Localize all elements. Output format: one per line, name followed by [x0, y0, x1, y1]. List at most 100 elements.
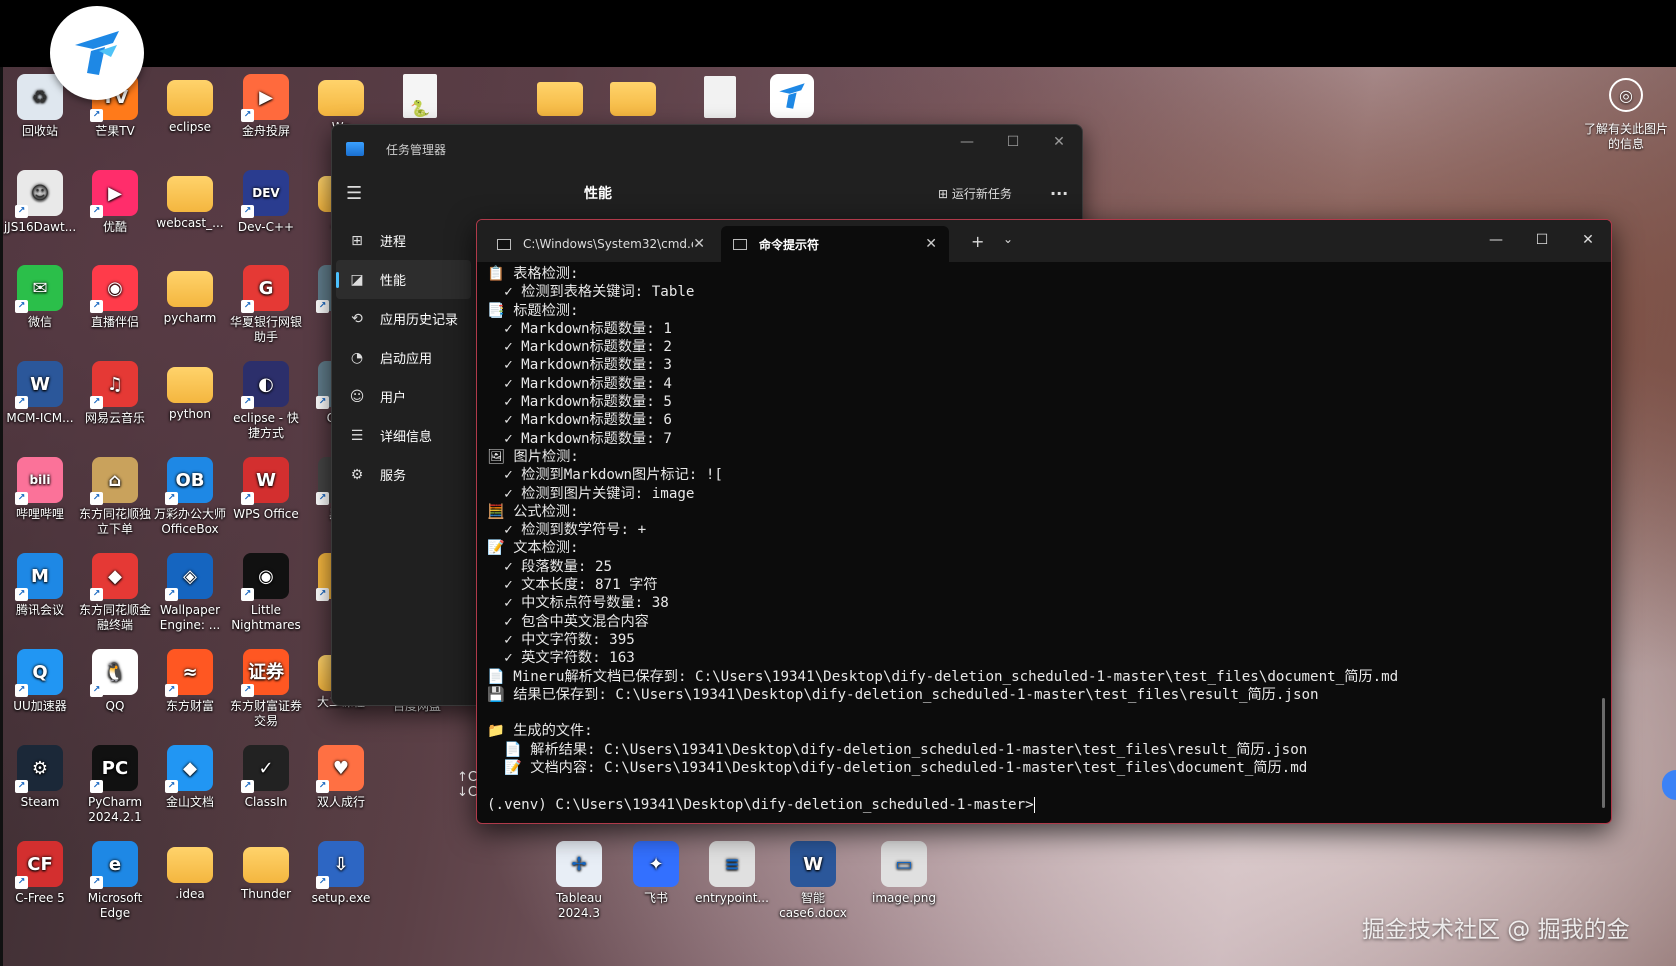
terminal-line: ✓ 段落数量: 25 [487, 558, 613, 575]
folder-icon[interactable] [537, 74, 583, 120]
desktop-icon[interactable]: ▭ image.png [866, 841, 942, 906]
desktop-icon[interactable]: PC ↗ PyCharm 2024.2.1 [77, 745, 153, 825]
folder-icon [167, 271, 213, 307]
close-tab-icon[interactable]: ✕ [925, 236, 937, 252]
run-new-task-button[interactable]: ⊞ 运行新任务 [938, 185, 1012, 202]
terminal-tab-command-prompt[interactable]: 命令提示符 ✕ [721, 226, 949, 262]
desktop-icon[interactable]: ♫ ↗ 网易云音乐 [77, 361, 153, 426]
menu-icon[interactable]: ☰ [346, 183, 362, 204]
close-button[interactable]: ✕ [1565, 220, 1611, 260]
desktop-icon[interactable]: python [152, 361, 228, 422]
desktop-icon[interactable]: ✦ 飞书 [618, 841, 694, 906]
desktop-icon[interactable]: 证券 ↗ 东方财富证券交易 [228, 649, 304, 729]
terminal-line: ✓ 检测到Markdown图片标记: ![ [487, 467, 723, 484]
nav-item[interactable]: ◪ 性能 [336, 260, 471, 299]
desktop-icon[interactable]: ✢ Tableau 2024.3 [541, 841, 617, 921]
desktop-icon[interactable]: ◉ ↗ Little Nightmares [228, 553, 304, 633]
terminal-line: 📄 Mineru解析文档已保存到: C:\Users\19341\Desktop… [487, 668, 1399, 685]
desktop-icon[interactable]: ✉ ↗ 微信 [2, 265, 78, 330]
app-icon: W ↗ [241, 457, 289, 505]
desktop-icon[interactable]: .idea [152, 841, 228, 902]
desktop-icon[interactable]: 🐧 ↗ QQ [77, 649, 153, 714]
desktop-icon[interactable]: ◆ ↗ 金山文档 [152, 745, 228, 810]
desktop-icon[interactable]: ◉ ↗ 直播伴侣 [77, 265, 153, 330]
more-options-icon[interactable]: ··· [1050, 184, 1068, 203]
app-icon: Q ↗ [15, 649, 63, 697]
terminal-line: (.venv) C:\Users\19341\Desktop\dify-dele… [487, 796, 1035, 813]
desktop-icon[interactable]: ◐ ↗ eclipse - 快捷方式 [228, 361, 304, 441]
desktop-icon-label: entrypoint... [695, 891, 769, 905]
maximize-button[interactable]: ☐ [1519, 220, 1565, 260]
new-tab-button[interactable]: + [971, 232, 984, 251]
desktop-icon[interactable]: ◈ ↗ Wallpaper Engine: ... [152, 553, 228, 633]
desktop-icon[interactable]: ☺ ↗ jJS16Dawt... [2, 170, 78, 235]
shortcut-arrow-icon: ↗ [15, 205, 28, 218]
desktop-icon[interactable]: CF ↗ C-Free 5 [2, 841, 78, 906]
close-button[interactable]: ✕ [1036, 125, 1082, 159]
app-icon: M ↗ [15, 553, 63, 601]
terminal-scrollbar[interactable] [1602, 698, 1605, 808]
terminal-line: ✓ 检测到表格关键词: Table [487, 284, 695, 301]
terminal-line: 📝 文档内容: C:\Users\19341\Desktop\dify-dele… [487, 760, 1308, 777]
desktop-icon[interactable]: Q ↗ UU加速器 [2, 649, 78, 714]
desktop-icon[interactable]: ≡ entrypoint... [694, 841, 770, 906]
terminal-line: ✓ Markdown标题数量: 4 [487, 375, 672, 392]
desktop-icon[interactable]: DEV ↗ Dev-C++ [228, 170, 304, 235]
desktop-icon[interactable]: M ↗ 腾讯会议 [2, 553, 78, 618]
desktop-icon[interactable]: ⌂ ↗ 东方同花顺独立下单 [77, 457, 153, 537]
shortcut-arrow-icon: ↗ [90, 205, 103, 218]
nav-item[interactable]: ◔ 启动应用 [332, 338, 475, 377]
app-icon: ◈ ↗ [165, 553, 213, 601]
terminal-output[interactable]: 📋 表格检测: ✓ 检测到表格关键词: Table 📑 标题检测: ✓ Markd… [487, 265, 1595, 823]
desktop-icon[interactable]: OB ↗ 万彩办公大师OfficeBox [152, 457, 228, 537]
desktop-icon[interactable]: Thunder [228, 841, 304, 902]
image-info-widget[interactable]: ◎ 了解有关此图片的信息 [1580, 78, 1672, 152]
desktop-icon[interactable]: ⚙ ↗ Steam [2, 745, 78, 810]
desktop-icon[interactable]: W ↗ WPS Office [228, 457, 304, 522]
desktop-icon[interactable]: ⇩ ↗ setup.exe [303, 841, 379, 906]
document-icon[interactable] [697, 74, 743, 120]
nav-item[interactable]: ⚙ 服务 [332, 455, 475, 494]
app-logo-icon[interactable] [50, 6, 144, 100]
minimize-button[interactable]: — [944, 125, 990, 159]
task-manager-titlebar[interactable]: 任务管理器 — ☐ ✕ [332, 125, 1082, 173]
terminal-tabbar[interactable]: C:\Windows\System32\cmd.exe ✕ 命令提示符 ✕ + … [477, 220, 1611, 262]
terminal-line: ✓ 中文字符数: 395 [487, 631, 635, 648]
nav-item[interactable]: ⊞ 进程 [332, 221, 475, 260]
terminal-tab-cmd[interactable]: C:\Windows\System32\cmd.exe ✕ [485, 226, 717, 262]
maximize-button[interactable]: ☐ [990, 125, 1036, 159]
shortcut-arrow-icon: ↗ [15, 780, 28, 793]
desktop-icon-label: python [169, 407, 211, 421]
nav-item[interactable]: ⟲ 应用历史记录 [332, 299, 475, 338]
desktop-icon[interactable]: ✓ ↗ ClassIn [228, 745, 304, 810]
terminal-window[interactable]: C:\Windows\System32\cmd.exe ✕ 命令提示符 ✕ + … [476, 219, 1612, 824]
shortcut-arrow-icon: ↗ [90, 109, 103, 122]
app-icon: ▶ ↗ [241, 74, 289, 122]
desktop-icon[interactable]: webcast_... [152, 170, 228, 231]
desktop-icon-label: 金舟投屏 [241, 124, 290, 138]
desktop-icon[interactable]: ♥ ↗ 双人成行 [303, 745, 379, 810]
close-tab-icon[interactable]: ✕ [693, 236, 705, 252]
terminal-line: ✓ Markdown标题数量: 3 [487, 357, 672, 374]
desktop-icon[interactable]: W ↗ MCM-ICM... [2, 361, 78, 426]
folder-icon[interactable] [610, 74, 656, 120]
desktop-icon[interactable]: ◆ ↗ 东方同花顺金融终端 [77, 553, 153, 633]
desktop-icon-label: webcast_... [156, 216, 224, 230]
desktop-icon[interactable]: eclipse [152, 74, 228, 135]
desktop-icon[interactable]: W 智能case6.docx [775, 841, 851, 921]
python-file-icon[interactable]: 🐍 [397, 74, 443, 120]
nav-item[interactable]: ☺ 用户 [332, 377, 475, 416]
desktop-icon[interactable]: ≈ ↗ 东方财富 [152, 649, 228, 714]
desktop-icon[interactable]: ▶ ↗ 金舟投屏 [228, 74, 304, 139]
app-shortcut-icon[interactable] [770, 74, 816, 120]
chevron-down-icon[interactable]: ⌄ [1003, 232, 1013, 246]
camera-info-icon: ◎ [1609, 78, 1643, 112]
nav-item[interactable]: ☰ 详细信息 [332, 416, 475, 455]
desktop-icon[interactable]: pycharm [152, 265, 228, 326]
minimize-button[interactable]: — [1473, 220, 1519, 260]
desktop-icon[interactable]: ▶ ↗ 优酷 [77, 170, 153, 235]
desktop-icon[interactable]: e ↗ Microsoft Edge [77, 841, 153, 921]
desktop-icon[interactable]: bili ↗ 哔哩哔哩 [2, 457, 78, 522]
desktop-icon[interactable]: G ↗ 华夏银行网银助手 [228, 265, 304, 345]
terminal-line: 🖼 图片检测: [487, 448, 579, 465]
